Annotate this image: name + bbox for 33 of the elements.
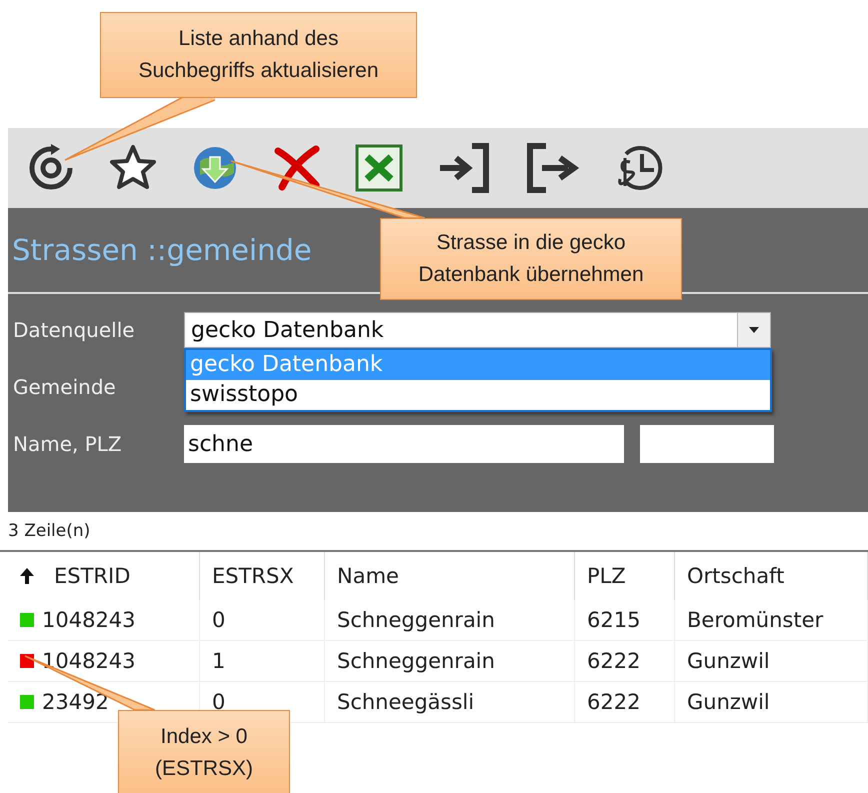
column-header[interactable]: ESTRID: [8, 552, 200, 600]
delete-icon[interactable]: [272, 143, 322, 193]
table-cell: 6222: [575, 682, 675, 723]
table-cell: 6215: [575, 600, 675, 641]
table-cell: Gunzwil: [675, 682, 868, 723]
field-label: Gemeinde: [13, 375, 117, 399]
column-header[interactable]: ESTRSX: [200, 552, 325, 600]
callout-note: Liste anhand des Suchbegriffs aktualisieren: [100, 12, 417, 98]
data-source-dropdown[interactable]: gecko Datenbank: [184, 312, 771, 348]
spreadsheet-icon[interactable]: [354, 143, 404, 193]
table-cell: Schneggenrain: [325, 641, 575, 682]
postcode-field[interactable]: [640, 425, 774, 463]
column-header[interactable]: Name: [325, 552, 575, 600]
row-count: 3 Zeile(n): [8, 521, 90, 541]
table-cell: 6222: [575, 641, 675, 682]
table-cell: Schneggenrain: [325, 600, 575, 641]
callout-note: Strasse in die gecko Datenbank übernehmen: [380, 218, 682, 300]
table-cell: 1: [200, 641, 325, 682]
table-cell: Beromünster: [675, 600, 868, 641]
column-header[interactable]: PLZ: [575, 552, 675, 600]
dropdown-option[interactable]: swisstopo: [186, 380, 770, 410]
table-cell: 0: [200, 600, 325, 641]
column-header[interactable]: Ortschaft: [675, 552, 868, 600]
caret-icon: [749, 327, 759, 333]
callout-note: Index > 0 (ESTRSX): [118, 710, 290, 793]
window-title: Strassen ::gemeinde: [12, 233, 312, 267]
field-label: Datenquelle: [13, 318, 136, 342]
table-cell: 1048243: [8, 600, 200, 641]
table-cell: Schneegässli: [325, 682, 575, 723]
field-label: Name, PLZ: [13, 432, 123, 456]
table-cell: Gunzwil: [675, 641, 868, 682]
name-field[interactable]: schne: [184, 425, 624, 463]
export-icon[interactable]: [524, 140, 580, 196]
